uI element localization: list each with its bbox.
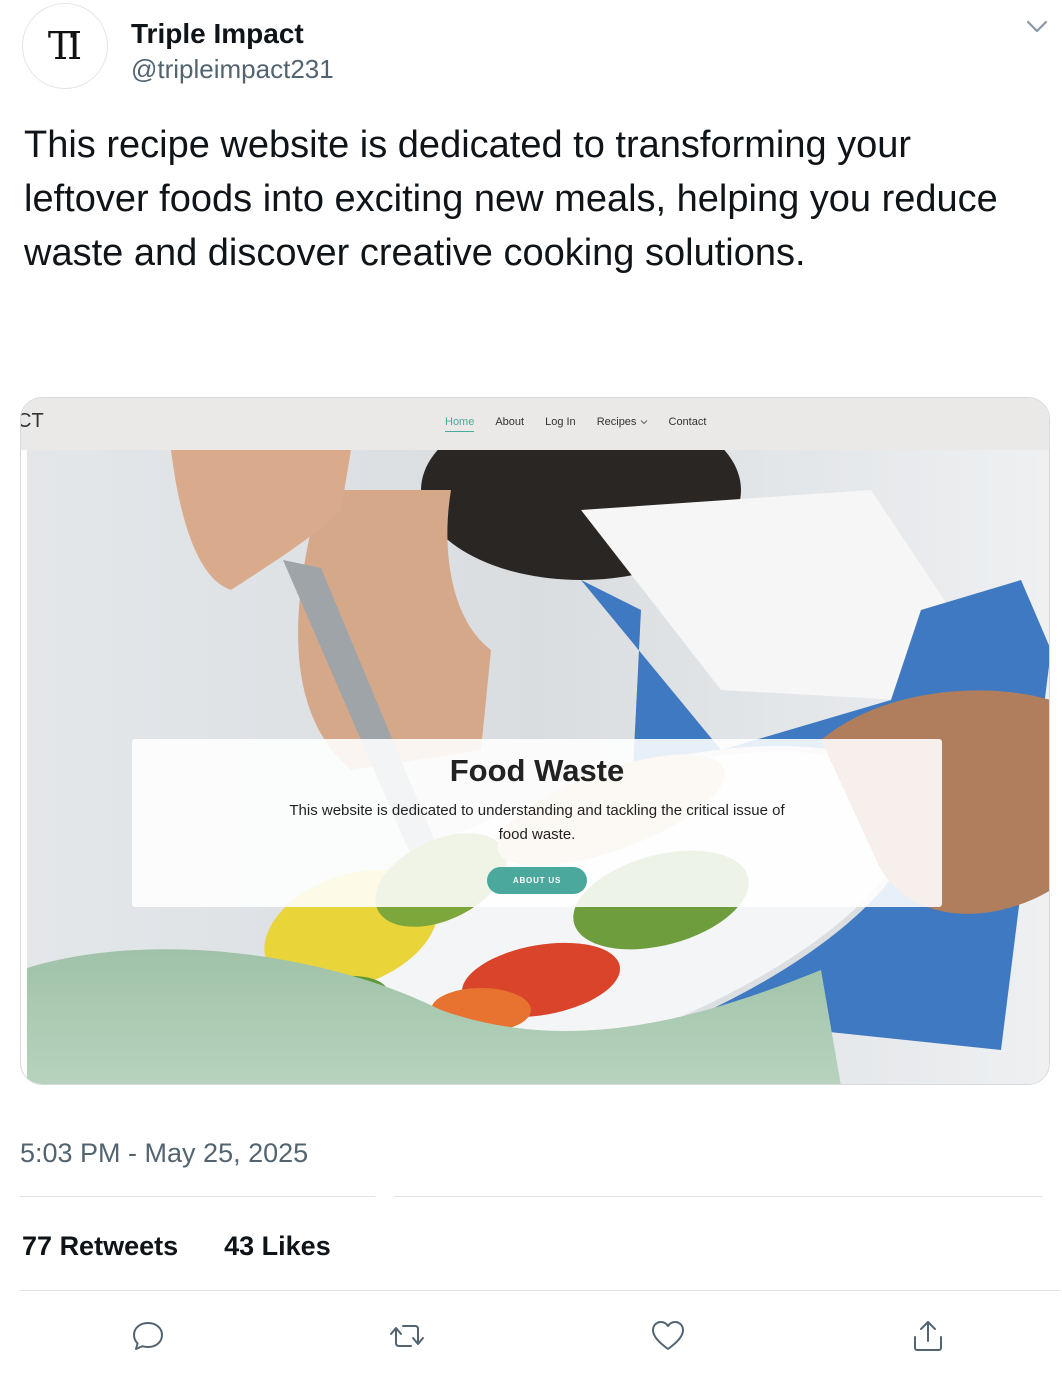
tweet-timestamp[interactable]: 5:03 PM - May 25, 2025 <box>20 1138 308 1169</box>
hero-description: This website is dedicated to understandi… <box>289 802 785 843</box>
retweet-icon <box>390 1325 424 1347</box>
share-button[interactable] <box>906 1314 950 1358</box>
more-options-chevron-down-icon[interactable] <box>1022 12 1052 42</box>
nav-contact: Contact <box>668 416 707 428</box>
hero-content-box: Food Waste This website is dedicated to … <box>132 739 942 907</box>
display-name[interactable]: Triple Impact <box>131 18 304 50</box>
website-nav-links: Home About Log In Recipes Contact <box>445 416 706 432</box>
tweet-stats: 77 Retweets 43 Likes <box>22 1231 331 1262</box>
likes-stat[interactable]: 43 Likes <box>224 1231 331 1262</box>
share-icon <box>914 1321 942 1351</box>
tweet-text: This recipe website is dedicated to tran… <box>24 124 998 274</box>
nav-about: About <box>495 416 525 428</box>
tweet-media-image[interactable]: CT Home About Log In Recipes Contact <box>20 397 1050 1085</box>
nav-home: Home <box>445 416 475 432</box>
nav-login: Log In <box>545 416 576 428</box>
avatar-initials: TI <box>47 24 82 68</box>
divider <box>20 1290 1060 1291</box>
like-button[interactable] <box>646 1314 690 1358</box>
user-handle[interactable]: @tripleimpact231 <box>131 54 334 85</box>
heart-icon <box>652 1321 684 1350</box>
hero-section: Food Waste This website is dedicated to … <box>21 450 1049 1084</box>
retweet-button[interactable] <box>385 1314 429 1358</box>
reply-button[interactable] <box>126 1314 170 1358</box>
website-logo: CT <box>21 410 44 432</box>
nav-recipes: Recipes <box>597 416 648 432</box>
divider <box>394 1196 1042 1197</box>
divider <box>20 1196 375 1197</box>
avatar[interactable]: TI <box>22 3 108 89</box>
retweets-stat[interactable]: 77 Retweets <box>22 1231 178 1262</box>
about-us-button: ABOUT US <box>487 867 587 894</box>
website-nav-bar: CT Home About Log In Recipes Contact <box>21 398 1049 450</box>
hero-title: Food Waste <box>449 753 625 788</box>
reply-icon <box>133 1322 163 1350</box>
